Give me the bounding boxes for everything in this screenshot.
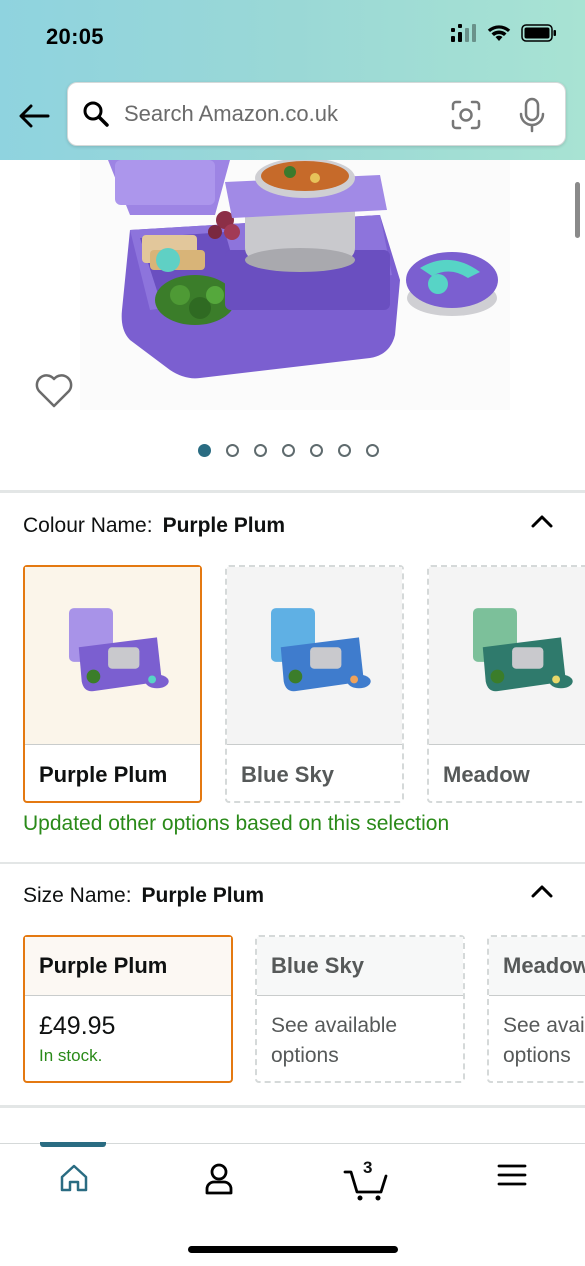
stock-status: In stock. — [39, 1046, 103, 1065]
camera-scan-icon[interactable] — [450, 99, 482, 131]
section-divider — [0, 862, 585, 864]
colour-collapse-button[interactable] — [529, 512, 555, 530]
size-option-purple-plum[interactable]: Purple Plum £49.95 In stock. — [23, 935, 233, 1083]
app-header: 20:05 — [0, 0, 585, 160]
carousel-dot-7[interactable] — [366, 444, 379, 457]
swatch-label: Purple Plum — [39, 762, 168, 787]
colour-label-text: Colour Name: — [23, 514, 153, 537]
size-option-header: Meadow — [489, 937, 585, 995]
size-option-blue-sky[interactable]: Blue Sky See available options — [255, 935, 465, 1083]
size-option-separator — [25, 995, 231, 996]
size-option-header: Purple Plum — [25, 937, 231, 995]
purple-plum-thumbnail — [25, 567, 200, 744]
back-button[interactable] — [16, 98, 52, 134]
wifi-icon — [487, 24, 511, 47]
carousel-dot-3[interactable] — [254, 444, 267, 457]
carousel-dot-6[interactable] — [338, 444, 351, 457]
swatch-separator — [429, 744, 585, 745]
size-selected-value: Purple Plum — [141, 884, 265, 907]
size-option-label: Meadow — [503, 953, 585, 978]
product-image — [80, 160, 510, 410]
colour-option-blue-sky[interactable]: Blue Sky — [225, 565, 404, 803]
microphone-icon[interactable] — [517, 97, 547, 133]
size-name-label: Size Name: Purple Plum — [23, 884, 264, 908]
nav-menu[interactable] — [482, 1162, 542, 1202]
active-tab-indicator — [40, 1142, 106, 1147]
nav-home[interactable] — [44, 1162, 104, 1202]
nav-cart[interactable]: 3 — [334, 1158, 398, 1202]
size-collapse-button[interactable] — [529, 882, 555, 900]
chevron-up-icon — [531, 515, 553, 528]
back-arrow-icon — [19, 104, 50, 128]
swatch-separator — [25, 744, 200, 745]
carousel-dot-4[interactable] — [282, 444, 295, 457]
swatch-label: Meadow — [443, 762, 530, 787]
chevron-up-icon — [531, 885, 553, 898]
blue-sky-thumbnail — [227, 567, 402, 744]
meadow-thumbnail — [429, 567, 585, 744]
colour-option-purple-plum[interactable]: Purple Plum — [23, 565, 202, 803]
size-option-separator — [257, 995, 463, 996]
search-icon — [82, 99, 112, 129]
colour-selected-value: Purple Plum — [162, 514, 286, 537]
swatch-label: Blue Sky — [241, 762, 334, 787]
size-option-price: £49.95 — [39, 1012, 116, 1040]
home-indicator — [188, 1246, 398, 1253]
scroll-indicator[interactable] — [575, 182, 580, 238]
status-icons — [451, 24, 557, 47]
product-image-carousel[interactable] — [0, 160, 585, 490]
status-time: 20:05 — [46, 24, 104, 49]
carousel-dot-2[interactable] — [226, 444, 239, 457]
menu-icon — [497, 1164, 527, 1186]
updated-options-message: Updated other options based on this sele… — [23, 812, 450, 835]
cellular-signal-icon — [451, 24, 477, 47]
see-options-text: See available options — [271, 1014, 398, 1067]
colour-option-meadow[interactable]: Meadow — [427, 565, 585, 803]
size-option-separator — [489, 995, 585, 996]
section-divider — [0, 490, 585, 493]
see-options-text: See available options — [503, 1014, 585, 1067]
size-option-meadow[interactable]: Meadow See available options — [487, 935, 585, 1083]
wishlist-button[interactable] — [34, 372, 74, 410]
size-label-text: Size Name: — [23, 884, 132, 907]
cart-count-badge: 3 — [363, 1158, 373, 1177]
search-bar[interactable] — [67, 82, 566, 146]
search-input[interactable] — [124, 101, 424, 127]
swatch-separator — [227, 744, 402, 745]
nav-account[interactable] — [189, 1162, 249, 1202]
size-option-label: Blue Sky — [271, 953, 364, 978]
size-option-header: Blue Sky — [257, 937, 463, 995]
account-icon — [205, 1163, 233, 1195]
size-option-label: Purple Plum — [39, 953, 168, 978]
carousel-dot-5[interactable] — [310, 444, 323, 457]
colour-name-label: Colour Name: Purple Plum — [23, 514, 285, 538]
carousel-dot-1[interactable] — [198, 444, 211, 457]
heart-icon — [35, 374, 73, 408]
section-divider — [0, 1105, 585, 1108]
carousel-dots — [198, 444, 379, 457]
battery-icon — [521, 24, 557, 47]
home-icon — [60, 1164, 88, 1192]
